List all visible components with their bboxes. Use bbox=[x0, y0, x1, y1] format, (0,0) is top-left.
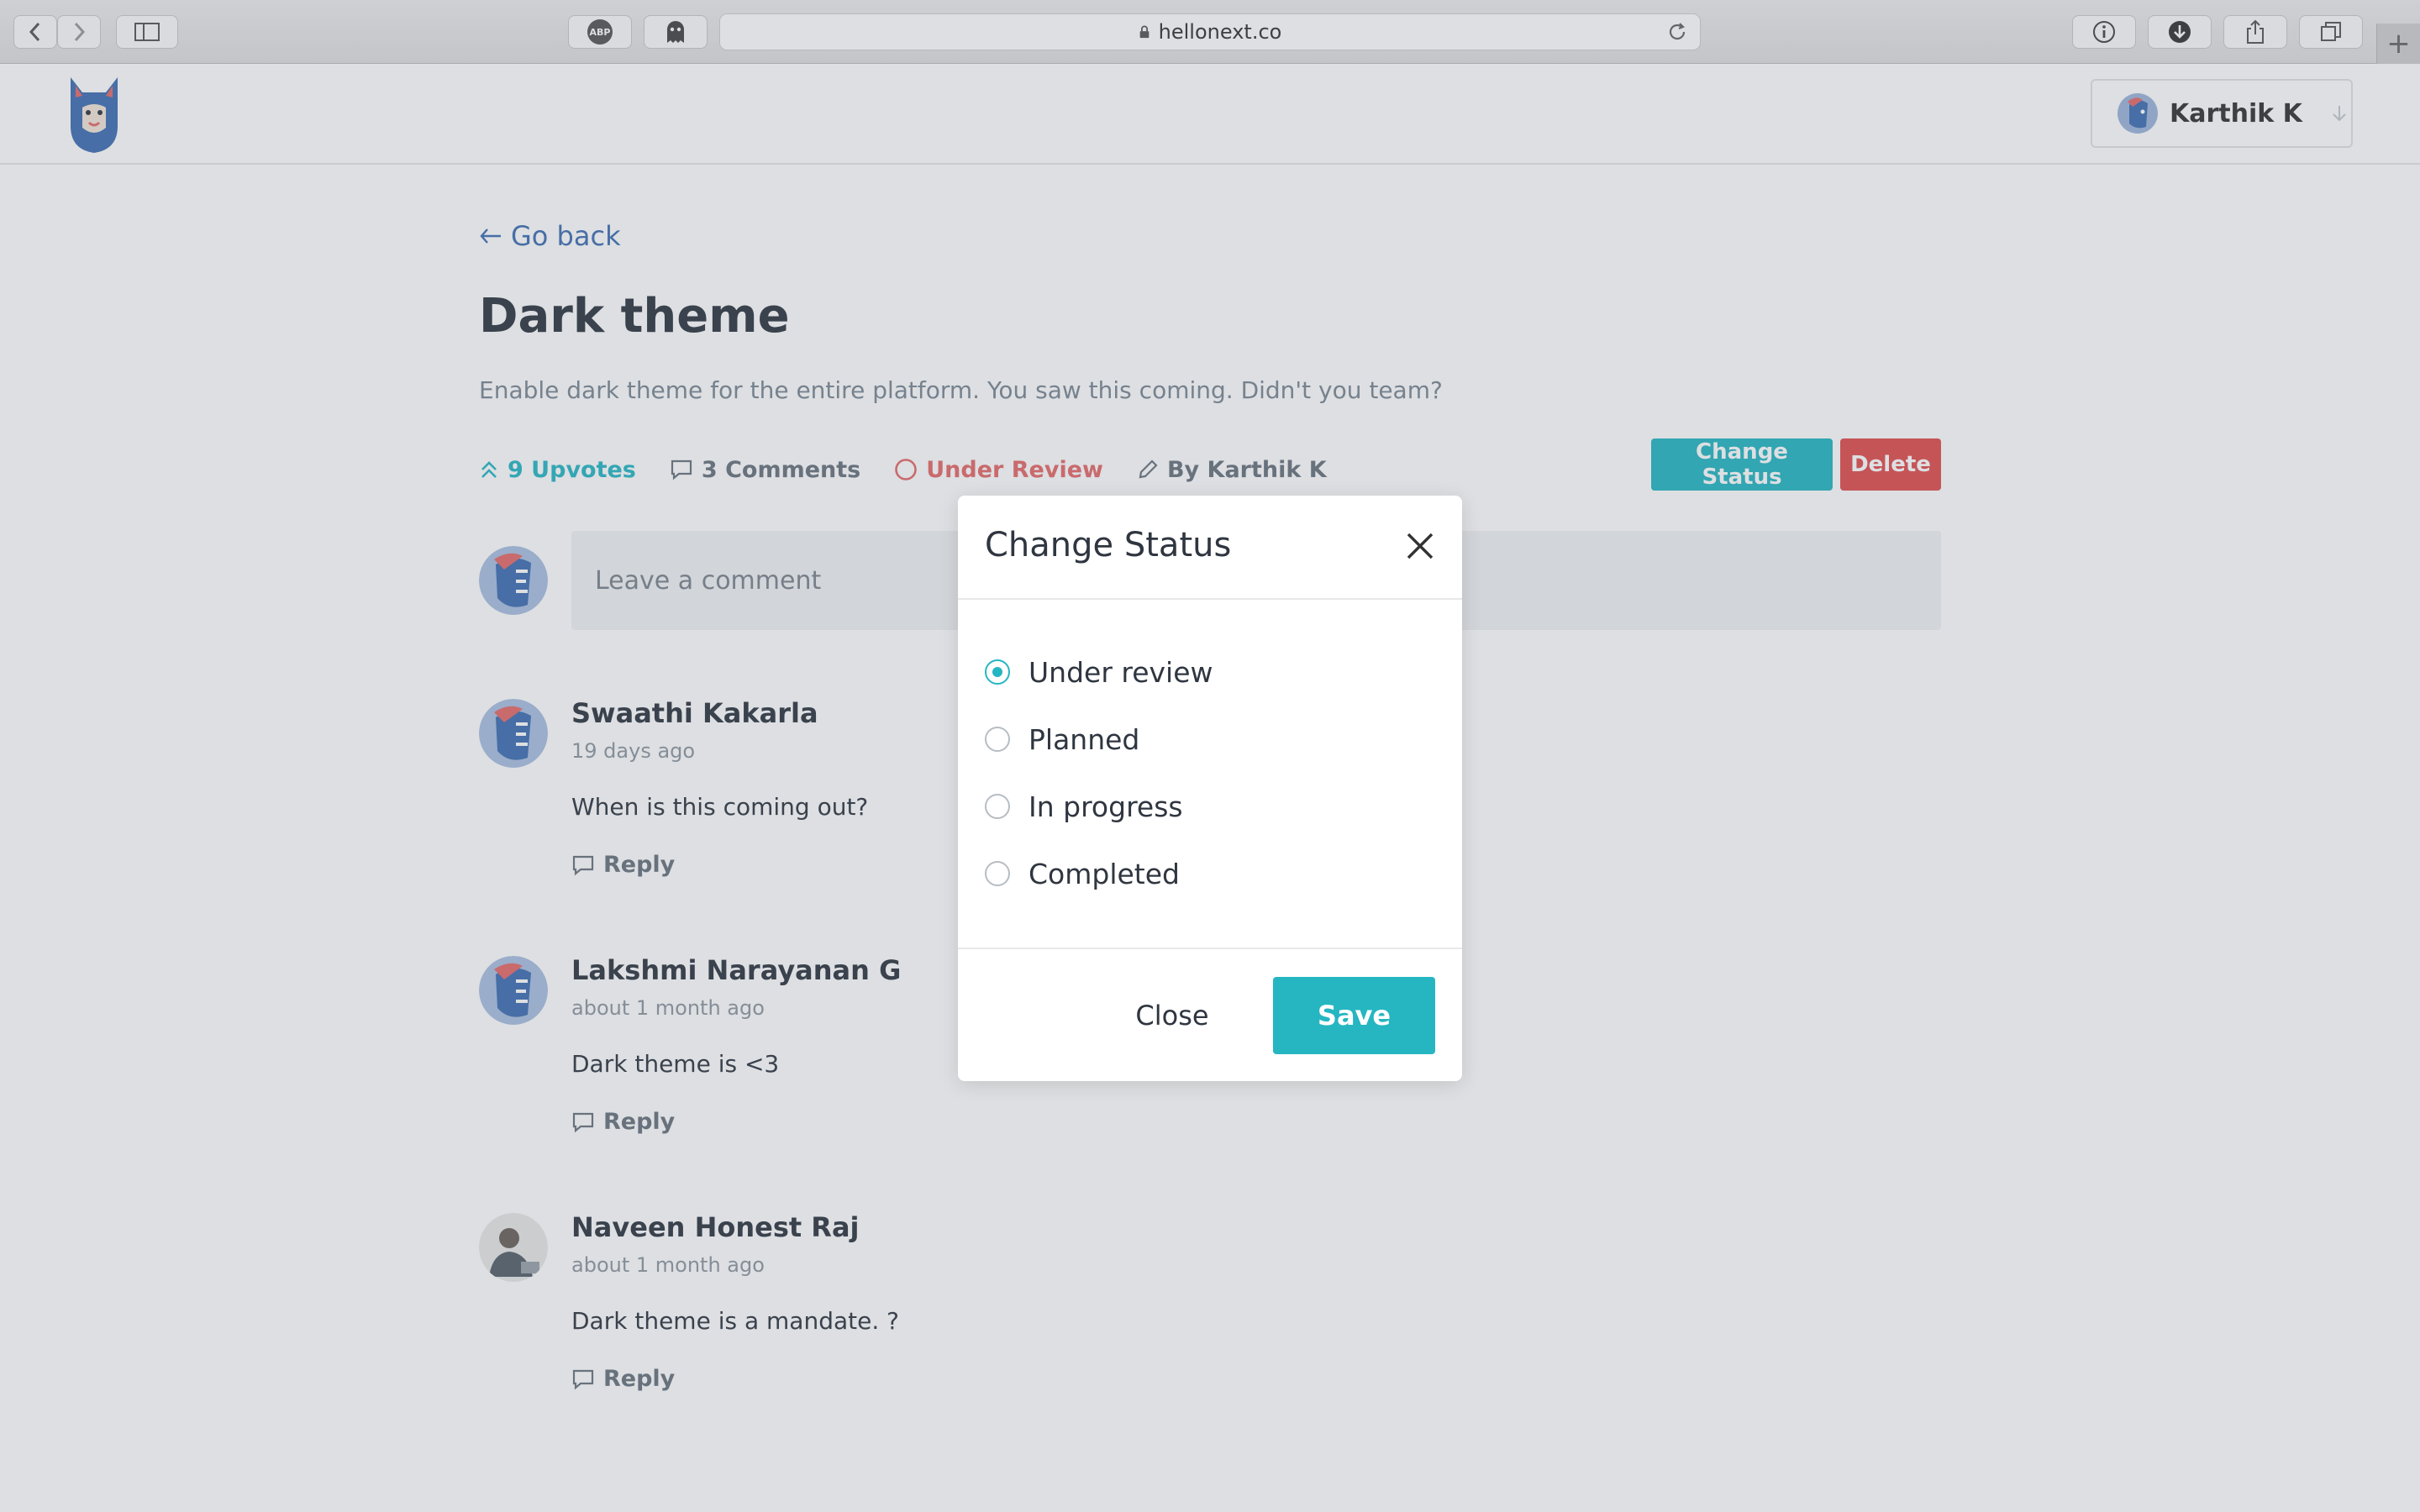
status-option-completed[interactable]: Completed bbox=[985, 840, 1213, 907]
save-button[interactable]: Save bbox=[1273, 977, 1435, 1054]
option-label: In progress bbox=[1028, 790, 1183, 823]
change-status-modal: Change Status Under review Planned In pr… bbox=[958, 496, 1462, 1081]
status-option-under-review[interactable]: Under review bbox=[985, 638, 1213, 706]
radio-under-review[interactable] bbox=[985, 659, 1010, 685]
close-button[interactable]: Close bbox=[1118, 977, 1227, 1054]
status-options: Under review Planned In progress Complet… bbox=[985, 638, 1213, 907]
radio-in-progress[interactable] bbox=[985, 794, 1010, 819]
status-option-planned[interactable]: Planned bbox=[985, 706, 1213, 773]
option-label: Planned bbox=[1028, 722, 1140, 756]
modal-title: Change Status bbox=[985, 526, 1232, 564]
modal-footer: Close Save bbox=[958, 948, 1462, 1081]
close-icon[interactable] bbox=[1403, 529, 1437, 563]
radio-planned[interactable] bbox=[985, 727, 1010, 752]
modal-header: Change Status bbox=[958, 496, 1462, 600]
option-label: Completed bbox=[1028, 857, 1180, 890]
status-option-in-progress[interactable]: In progress bbox=[985, 773, 1213, 840]
radio-completed[interactable] bbox=[985, 861, 1010, 886]
option-label: Under review bbox=[1028, 655, 1213, 689]
